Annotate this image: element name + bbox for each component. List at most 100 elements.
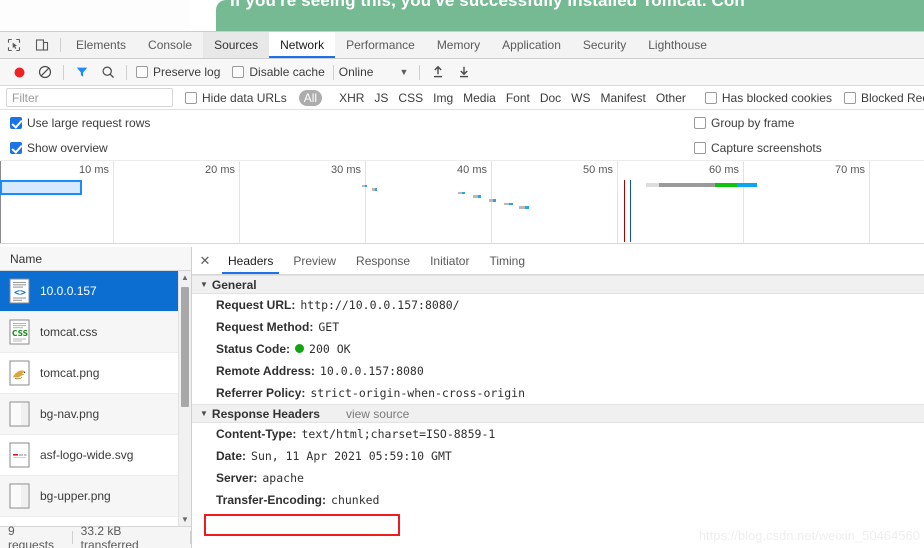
group-by-frame-checkbox[interactable]: Group by frame (694, 116, 794, 130)
tab-timing-label: Timing (489, 253, 526, 268)
request-row-label: tomcat.css (40, 325, 98, 339)
request-list-footer: 9 requests 33.2 kB transferred (0, 524, 192, 548)
preserve-log-checkbox[interactable]: Preserve log (136, 65, 220, 79)
tab-lighthouse[interactable]: Lighthouse (637, 32, 718, 58)
use-large-request-rows-label: Use large request rows (27, 115, 151, 130)
use-large-request-rows-checkbox[interactable]: Use large request rows (10, 116, 150, 130)
filter-input[interactable] (6, 88, 173, 107)
type-filter-css[interactable]: CSS (393, 90, 428, 106)
type-filter-other[interactable]: Other (651, 90, 691, 106)
type-filter-ws-label: WS (571, 90, 591, 105)
request-row-asf-logo-wide-svg[interactable]: asf-logo-wide.svg (0, 435, 191, 476)
header-value: 10.0.0.157:8080 (319, 364, 424, 378)
view-source-link[interactable]: view source (346, 407, 409, 421)
device-toolbar-icon[interactable] (28, 32, 56, 58)
svg-text:CSS: CSS (12, 329, 28, 338)
group-by-frame-box (694, 116, 706, 129)
tab-preview[interactable]: Preview (283, 247, 346, 274)
inspect-element-icon[interactable] (0, 32, 28, 58)
scroll-down-arrow-icon[interactable]: ▼ (179, 513, 191, 526)
filter-funnel-icon[interactable] (69, 59, 95, 85)
tab-network[interactable]: Network (269, 32, 336, 58)
type-filter-font[interactable]: Font (501, 90, 535, 106)
tab-response-label: Response (356, 253, 411, 268)
tab-console[interactable]: Console (137, 32, 203, 58)
tab-timing[interactable]: Timing (479, 247, 535, 274)
hide-data-urls-checkbox[interactable]: Hide data URLs (185, 91, 287, 105)
type-filter-media[interactable]: Media (458, 90, 501, 106)
scrollbar-thumb[interactable] (181, 287, 189, 407)
tab-initiator[interactable]: Initiator (420, 247, 479, 274)
response-headers-title: Response Headers (211, 406, 320, 421)
request-row-bg-nav-png[interactable]: bg-nav.png (0, 394, 191, 435)
header-row: Content-Type: text/html;charset=ISO-8859-… (192, 423, 924, 445)
capture-screenshots-checkbox[interactable]: Capture screenshots (694, 141, 822, 155)
overview-tick-label: 50 ms (583, 164, 613, 176)
request-row-10-0-0-157[interactable]: <> 10.0.0.157 (0, 271, 191, 312)
clear-icon[interactable] (32, 59, 58, 85)
tab-preview-label: Preview (293, 253, 337, 268)
type-filter-manifest-label: Manifest (600, 90, 646, 105)
has-blocked-cookies-checkbox[interactable]: Has blocked cookies (704, 91, 832, 105)
overview-selection-window[interactable] (0, 180, 83, 195)
tab-performance[interactable]: Performance (335, 32, 426, 58)
tab-response[interactable]: Response (346, 247, 420, 274)
tab-elements[interactable]: Elements (65, 32, 137, 58)
header-value: GET (318, 320, 340, 334)
tab-memory[interactable]: Memory (426, 32, 491, 58)
page-white-area (0, 0, 190, 31)
tab-lighthouse-label: Lighthouse (648, 38, 707, 52)
overview-request-bar (364, 184, 368, 188)
type-filter-img[interactable]: Img (428, 90, 458, 106)
tab-security[interactable]: Security (572, 32, 637, 58)
tab-headers-label: Headers (228, 253, 274, 268)
header-row: Status Code: 200 OK (192, 338, 924, 360)
search-icon[interactable] (95, 59, 121, 85)
show-overview-checkbox[interactable]: Show overview (10, 141, 108, 155)
type-filter-ws[interactable]: WS (566, 90, 595, 106)
tab-headers[interactable]: Headers (218, 247, 283, 274)
toolbar-divider (126, 64, 127, 80)
network-lower-split: Name <> 10.0.0.157 CSS tomcat.css tomcat.png… (0, 247, 924, 548)
request-list-header[interactable]: Name (0, 247, 191, 271)
show-overview-box (10, 141, 22, 154)
type-filter-xhr[interactable]: XHR (334, 90, 369, 106)
header-row: Remote Address: 10.0.0.157:8080 (192, 360, 924, 382)
request-row-label: asf-logo-wide.svg (40, 448, 134, 462)
type-filter-doc[interactable]: Doc (535, 90, 566, 106)
import-har-icon[interactable] (425, 59, 451, 85)
tab-application[interactable]: Application (491, 32, 572, 58)
disable-cache-checkbox[interactable]: Disable cache (232, 65, 325, 79)
overview-tick-label: 20 ms (205, 164, 235, 176)
record-button-icon[interactable] (6, 59, 32, 85)
overview-request-bar (477, 195, 481, 198)
type-filter-js[interactable]: JS (369, 90, 393, 106)
blocked-requests-label: Blocked Reque (860, 90, 924, 105)
response-headers-section-header[interactable]: ▼ Response Headers view source (192, 404, 924, 423)
general-section-header[interactable]: ▼ General (192, 275, 924, 294)
throttling-select[interactable]: Online ▼ (339, 65, 409, 79)
toolbar-divider (60, 38, 61, 52)
close-icon[interactable]: ✕ (192, 247, 218, 274)
column-header-name: Name (10, 251, 43, 266)
scroll-up-arrow-icon[interactable]: ▲ (179, 271, 191, 284)
response-header-rows: Content-Type: text/html;charset=ISO-8859-… (192, 423, 924, 511)
blocked-requests-checkbox[interactable]: Blocked Reque (843, 90, 924, 105)
request-row-tomcat-png[interactable]: tomcat.png (0, 353, 191, 394)
type-filter-all[interactable]: All (298, 89, 323, 106)
network-overview-timeline[interactable]: 10 ms 20 ms 30 ms 40 ms 50 ms 60 ms 70 ms (0, 160, 924, 244)
type-filter-manifest[interactable]: Manifest (596, 90, 651, 106)
request-list-body[interactable]: <> 10.0.0.157 CSS tomcat.css tomcat.png bg-na… (0, 271, 191, 526)
header-key: Content-Type: (216, 427, 297, 441)
request-row-tomcat-css[interactable]: CSS tomcat.css (0, 312, 191, 353)
type-filter-img-label: Img (433, 90, 454, 105)
request-list-scrollbar[interactable]: ▲ ▼ (178, 271, 191, 526)
export-har-icon[interactable] (451, 59, 477, 85)
request-list-panel: Name <> 10.0.0.157 CSS tomcat.css tomcat.png… (0, 247, 192, 548)
header-value: strict-origin-when-cross-origin (310, 386, 526, 400)
request-row-bg-upper-png[interactable]: bg-upper.png (0, 476, 191, 517)
type-filter-media-label: Media (463, 90, 496, 105)
tab-sources[interactable]: Sources (203, 32, 270, 58)
tab-network-label: Network (280, 38, 325, 52)
type-filter-doc-label: Doc (539, 90, 562, 105)
